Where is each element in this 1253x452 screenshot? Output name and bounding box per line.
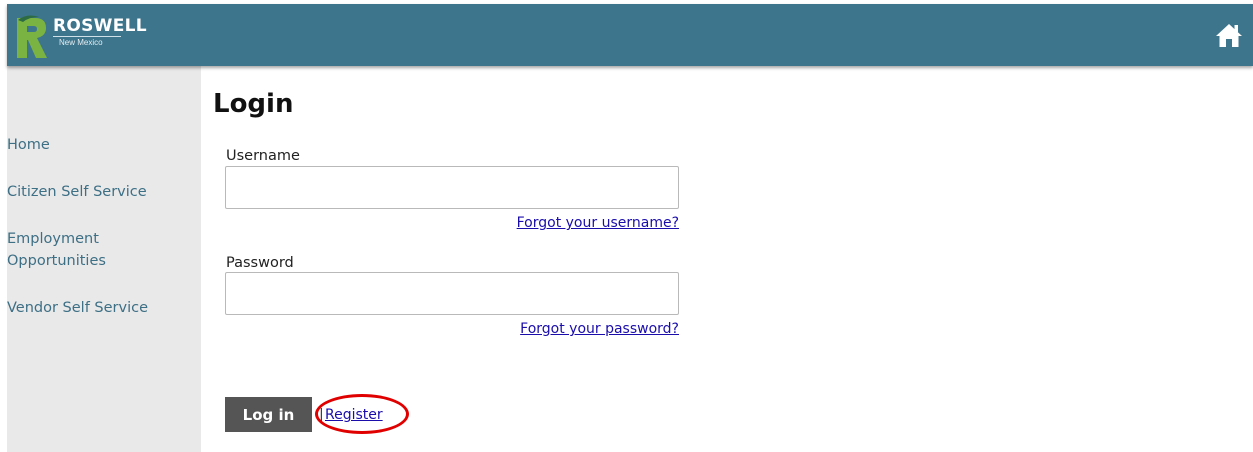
brand-divider	[53, 36, 121, 37]
roswell-r-logo-icon	[17, 15, 47, 58]
sidebar-item-employment-opportunities[interactable]: Employment Opportunities	[7, 228, 137, 272]
sidebar-nav: Home Citizen Self Service Employment Opp…	[7, 66, 201, 452]
sidebar-item-vendor-self-service[interactable]: Vendor Self Service	[7, 297, 187, 319]
brand-subtitle: New Mexico	[59, 38, 103, 47]
home-icon-button[interactable]	[1215, 22, 1243, 48]
forgot-password-link[interactable]: Forgot your password?	[520, 320, 679, 338]
page-title: Login	[213, 89, 294, 119]
roswell-logo[interactable]: ROSWELL New Mexico	[15, 14, 155, 60]
password-input[interactable]	[225, 272, 679, 315]
forgot-username-link[interactable]: Forgot your username?	[517, 214, 679, 232]
brand-name: ROSWELL	[53, 16, 147, 36]
password-label: Password	[226, 255, 294, 271]
register-link[interactable]: Register	[325, 406, 383, 424]
login-button[interactable]: Log in	[225, 397, 312, 432]
header-bar: ROSWELL New Mexico	[7, 4, 1253, 66]
sidebar-item-citizen-self-service[interactable]: Citizen Self Service	[7, 181, 187, 203]
sidebar-item-home[interactable]: Home	[7, 134, 187, 156]
username-input[interactable]	[225, 166, 679, 209]
link-separator: |	[319, 407, 324, 423]
username-label: Username	[226, 148, 300, 164]
app-frame: ROSWELL New Mexico Home Citizen Self Ser…	[7, 4, 1253, 452]
login-main: Login Username Forgot your username? Pas…	[201, 66, 1253, 452]
home-icon	[1216, 24, 1242, 47]
